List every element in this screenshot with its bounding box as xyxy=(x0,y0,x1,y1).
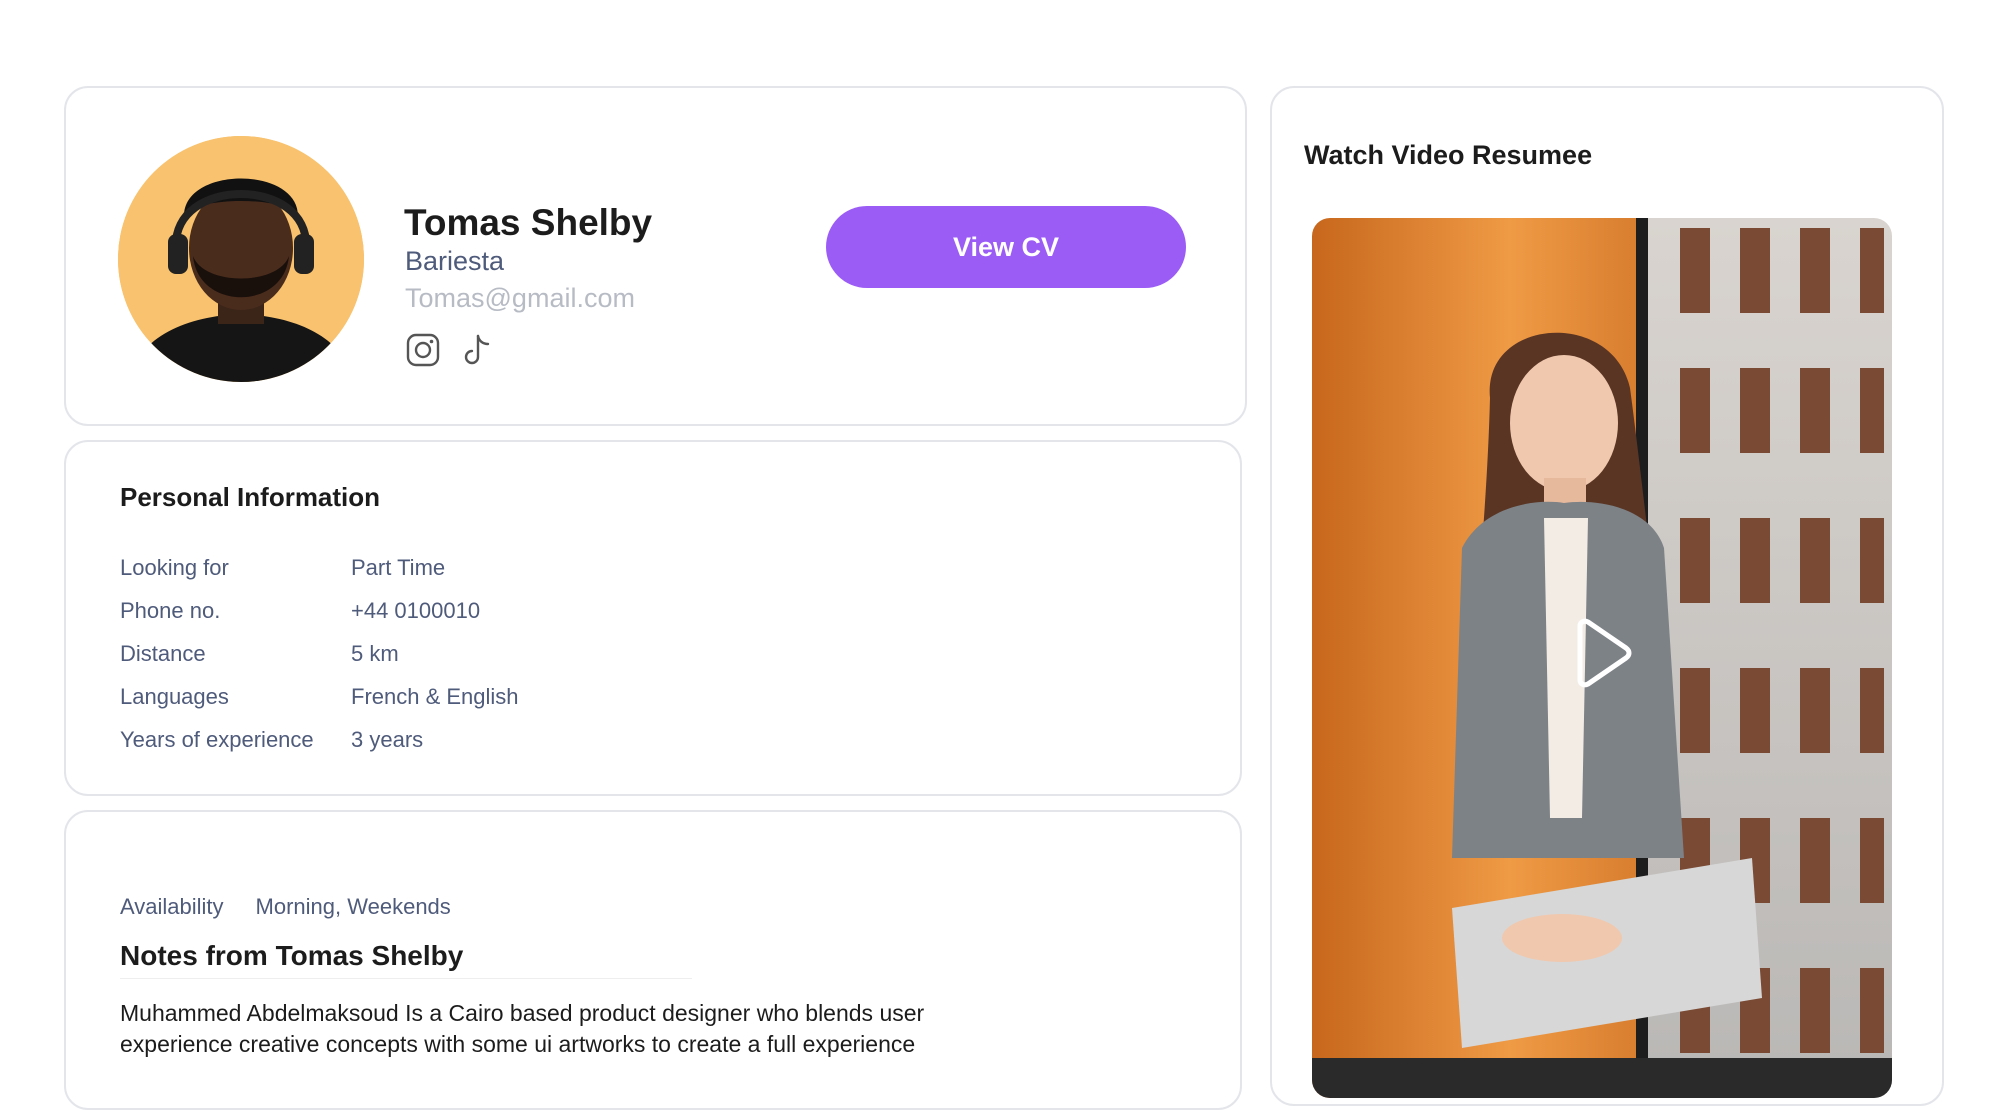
notes-body: Muhammed Abdelmaksoud Is a Cairo based p… xyxy=(120,1000,925,1057)
info-label: Phone no. xyxy=(120,597,221,623)
profile-role: Bariesta xyxy=(405,246,505,276)
profile-name: Tomas Shelby xyxy=(404,202,653,243)
video-resume-card: Watch Video Resumee xyxy=(1270,86,1944,1106)
personal-information-card: Personal Information Looking for Part Ti… xyxy=(64,440,1242,796)
notes-card: Availability Morning, Weekends Notes from… xyxy=(64,810,1242,1110)
play-icon[interactable] xyxy=(1570,618,1634,688)
notes-divider xyxy=(120,978,692,979)
tiktok-icon[interactable] xyxy=(459,332,495,368)
info-value: French & English xyxy=(351,683,519,709)
info-row: Phone no. +44 0100010 xyxy=(120,589,519,632)
availability: Availability Morning, Weekends xyxy=(120,894,451,920)
info-row: Distance 5 km xyxy=(120,632,519,675)
info-row: Years of experience 3 years xyxy=(120,718,519,761)
info-row: Languages French & English xyxy=(120,675,519,718)
info-value: 3 years xyxy=(351,726,424,752)
info-label: Languages xyxy=(120,683,229,709)
info-value: Part Time xyxy=(351,554,446,580)
info-value: +44 0100010 xyxy=(351,597,481,623)
info-value: 5 km xyxy=(351,640,399,666)
video-resume-title: Watch Video Resumee xyxy=(1304,140,1593,170)
info-label: Looking for xyxy=(120,554,229,580)
info-label: Years of experience xyxy=(120,726,314,752)
avatar xyxy=(118,136,364,382)
video-player[interactable] xyxy=(1312,218,1892,1098)
profile-email: Tomas@gmail.com xyxy=(405,283,635,313)
notes-title: Notes from Tomas Shelby xyxy=(120,940,464,971)
personal-information-list: Looking for Part Time Phone no. +44 0100… xyxy=(120,546,519,761)
instagram-icon[interactable] xyxy=(405,332,441,368)
info-row: Looking for Part Time xyxy=(120,546,519,589)
info-label: Distance xyxy=(120,640,206,666)
social-links xyxy=(405,332,495,368)
availability-label: Availability xyxy=(120,894,224,919)
availability-value: Morning, Weekends xyxy=(255,894,451,919)
view-cv-button[interactable]: View CV xyxy=(826,206,1186,288)
profile-card: Tomas Shelby Bariesta Tomas@gmail.com Vi… xyxy=(64,86,1247,426)
personal-information-title: Personal Information xyxy=(120,482,381,512)
